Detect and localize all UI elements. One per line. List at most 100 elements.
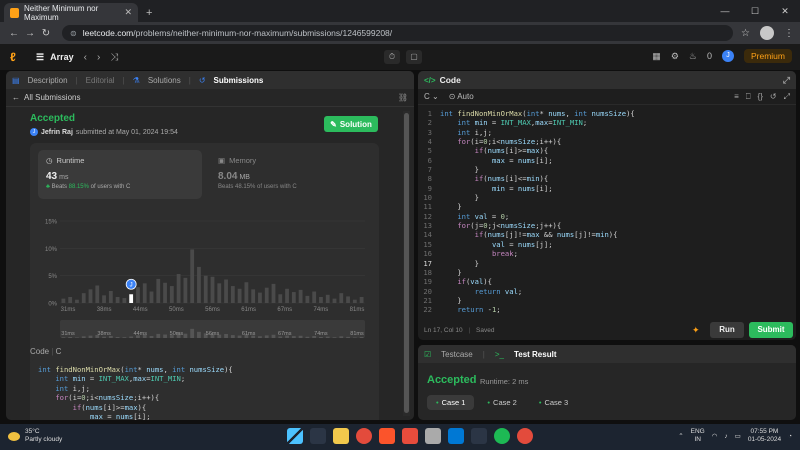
tab-solutions[interactable]: Solutions: [148, 76, 181, 85]
tab-testcase[interactable]: Testcase: [441, 350, 473, 359]
tray-chevron-icon[interactable]: ⌃: [678, 432, 683, 440]
tab-submissions[interactable]: Submissions: [214, 76, 264, 85]
y-tick-label: 5%: [48, 274, 57, 280]
browser-menu-icon[interactable]: ⋮: [784, 28, 794, 39]
shuffle-icon[interactable]: ⤨: [110, 52, 118, 63]
submitter-name[interactable]: Jefrin Raj: [41, 129, 73, 136]
reload-icon[interactable]: ↻: [38, 28, 54, 39]
bookmark-star-icon[interactable]: ☆: [741, 28, 750, 39]
maximize-icon[interactable]: ☐: [740, 6, 770, 17]
notification-icon[interactable]: ◔: [788, 433, 792, 440]
x-tick-label: 81ms: [350, 307, 365, 313]
case-tab-1[interactable]: • Case 1: [427, 395, 475, 410]
settings-app-icon[interactable]: [425, 428, 441, 444]
vscode-icon[interactable]: [448, 428, 464, 444]
language-indicator[interactable]: ENG IN: [691, 428, 705, 444]
solution-button[interactable]: ✎ Solution: [324, 116, 378, 132]
code-line[interactable]: 17 }: [418, 259, 796, 268]
left-scrollbar[interactable]: [403, 111, 410, 416]
weather-widget[interactable]: 35°C Partly cloudy: [8, 428, 62, 444]
code-line[interactable]: 10 }: [418, 193, 796, 202]
spotify-icon[interactable]: [494, 428, 510, 444]
prev-problem-icon[interactable]: ‹: [84, 52, 87, 63]
code-line[interactable]: 12 int val = 0;: [418, 212, 796, 221]
streak-fire-icon[interactable]: ♨: [689, 51, 697, 62]
code-line[interactable]: 13 for(j=0;j<numsSize;j++){: [418, 221, 796, 230]
runtime-card[interactable]: ◷ Runtime 43 ms ♣ Beats 88.15% of users w…: [38, 150, 202, 199]
run-button[interactable]: Run: [710, 322, 744, 338]
close-window-icon[interactable]: ✕: [770, 6, 800, 17]
battery-icon[interactable]: ▭: [735, 432, 741, 440]
submitter-avatar[interactable]: J: [30, 128, 38, 136]
code-line[interactable]: 20 return val;: [418, 287, 796, 296]
tab-editorial[interactable]: Editorial: [86, 76, 115, 85]
fullscreen-icon[interactable]: ⤢: [784, 92, 790, 102]
case-tab-2[interactable]: • Case 2: [478, 395, 525, 410]
next-problem-icon[interactable]: ›: [97, 52, 100, 63]
code-line[interactable]: 7 }: [418, 165, 796, 174]
profile-avatar[interactable]: [760, 26, 774, 40]
auto-mode[interactable]: ⊙ Auto: [449, 92, 474, 101]
code-line[interactable]: 16 break;: [418, 249, 796, 258]
minimize-icon[interactable]: —: [710, 6, 740, 16]
code-line[interactable]: 1 int findNonMinOrMax(int* nums, int nums…: [418, 109, 796, 118]
windows-start-icon[interactable]: [287, 428, 303, 444]
code-line[interactable]: 6 max = nums[i];: [418, 156, 796, 165]
chrome-alt-icon[interactable]: [517, 428, 533, 444]
scrollbar-thumb[interactable]: [404, 113, 409, 413]
chrome-icon[interactable]: [356, 428, 372, 444]
code-line[interactable]: 3 int i,j;: [418, 128, 796, 137]
code-line[interactable]: 21 }: [418, 296, 796, 305]
code-line[interactable]: 5 if(nums[i]>=max){: [418, 146, 796, 155]
code-line[interactable]: 11 }: [418, 202, 796, 211]
code-line[interactable]: 4 for(i=0;i<numsSize;i++){: [418, 137, 796, 146]
reset-icon[interactable]: ↺: [770, 92, 777, 102]
share-link-icon[interactable]: ⛓: [398, 93, 408, 102]
code-line[interactable]: 14 if(nums[j]!=max && nums[j]!=min){: [418, 230, 796, 239]
premium-button[interactable]: Premium: [743, 49, 792, 63]
memory-card[interactable]: ▣ Memory 8.04 MB Beats 48.15% of users wi…: [210, 150, 374, 199]
back-arrow-icon[interactable]: ←: [6, 28, 22, 39]
maximize-panel-icon[interactable]: ⤢: [783, 75, 790, 86]
all-submissions-link[interactable]: All Submissions: [24, 93, 80, 102]
leetcode-logo-icon[interactable]: ℓ: [10, 50, 22, 64]
file-explorer-icon[interactable]: [333, 428, 349, 444]
notes-icon[interactable]: ▢: [406, 50, 422, 64]
clock[interactable]: 07:55 PM 01-05-2024: [748, 428, 781, 444]
browser-tab[interactable]: Neither Minimum nor Maximum ✕: [4, 3, 138, 22]
site-info-icon[interactable]: ⊜: [70, 29, 77, 38]
layout-icon[interactable]: ▦: [652, 51, 661, 62]
code-line[interactable]: 8 if(nums[i]<=min){: [418, 174, 796, 183]
code-line[interactable]: 2 int min = INT_MAX,max=INT_MIN;: [418, 118, 796, 127]
search-icon[interactable]: [310, 428, 326, 444]
new-tab-icon[interactable]: +: [146, 7, 152, 19]
language-select[interactable]: C ⌄: [424, 92, 439, 101]
brave-icon[interactable]: [379, 428, 395, 444]
braces-icon[interactable]: {}: [758, 92, 763, 102]
forward-arrow-icon[interactable]: →: [22, 28, 38, 39]
code-line[interactable]: 22 return -1;: [418, 305, 796, 314]
settings-gear-icon[interactable]: ⚙: [671, 51, 679, 62]
app-icon[interactable]: [402, 428, 418, 444]
url-input[interactable]: ⊜ leetcode.com /problems/neither-minimum…: [62, 25, 734, 41]
bookmark-icon[interactable]: ⎕: [746, 92, 751, 102]
ai-sparkle-icon[interactable]: ✦: [692, 325, 700, 336]
user-avatar[interactable]: J: [721, 50, 734, 62]
back-arrow-icon[interactable]: ←: [12, 93, 20, 102]
code-line[interactable]: 18 }: [418, 268, 796, 277]
chrome-profile-icon[interactable]: [471, 428, 487, 444]
timer-icon[interactable]: ⏱: [384, 50, 400, 64]
submit-button[interactable]: Submit: [749, 322, 793, 338]
wifi-icon[interactable]: ◠: [712, 432, 718, 440]
code-line[interactable]: 9 min = nums[i];: [418, 184, 796, 193]
code-editor[interactable]: 1 int findNonMinOrMax(int* nums, int nums…: [418, 109, 796, 322]
code-line[interactable]: 19 if(val){: [418, 277, 796, 286]
problem-list-title[interactable]: Array: [50, 52, 74, 62]
format-icon[interactable]: ≡: [734, 92, 739, 102]
close-tab-icon[interactable]: ✕: [124, 7, 132, 18]
tab-description[interactable]: Description: [28, 76, 68, 85]
volume-icon[interactable]: ♪: [724, 433, 727, 440]
case-tab-3[interactable]: • Case 3: [530, 395, 577, 410]
tab-test-result[interactable]: Test Result: [514, 350, 557, 359]
code-line[interactable]: 15 val = nums[j];: [418, 240, 796, 249]
